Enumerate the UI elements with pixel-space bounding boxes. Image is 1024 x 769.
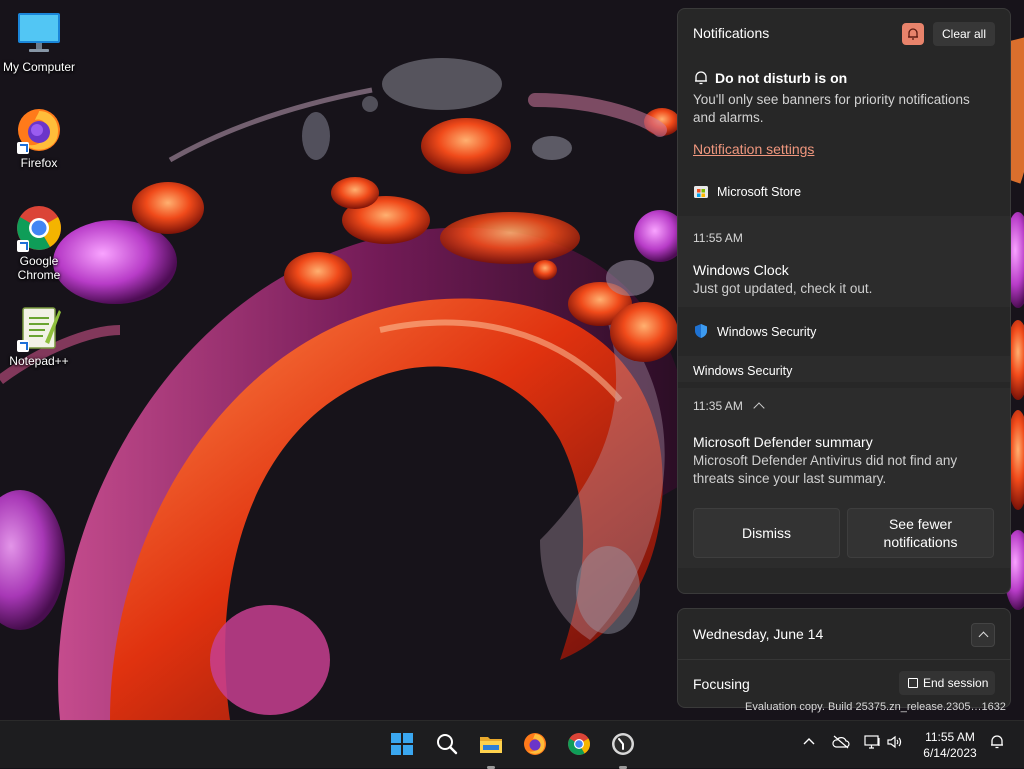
calendar-date: Wednesday, June 14 [693,626,824,642]
notification-time-row: 11:35 AM [693,399,765,414]
notification-bell-icon[interactable] [989,734,1005,750]
desktop-icon-label: Notepad++ [9,354,69,368]
clock-app-icon [612,733,634,755]
end-session-label: End session [923,676,989,690]
notification-time: 11:35 AM [693,399,743,413]
desktop-icon-google-chrome[interactable]: Google Chrome [0,204,78,282]
notification-center: Notifications Clear all Do not disturb i… [677,8,1011,594]
search-icon [437,734,458,755]
clock-time: 11:55 AM [925,730,975,744]
notification-title: Windows Clock [693,262,789,278]
show-hidden-icons-chevron-icon[interactable] [802,735,816,749]
taskbar-clock[interactable]: 11:55 AM 6/14/2023 [914,729,986,761]
microsoft-store-icon [694,186,708,198]
chrome-icon [15,204,63,252]
dnd-title: Do not disturb is on [715,70,848,86]
taskbar-clock-app[interactable] [606,727,640,769]
bell-snooze-icon [695,71,707,85]
start-button[interactable] [385,727,419,761]
app-name: Microsoft Store [717,185,802,199]
dismiss-button[interactable]: Dismiss [693,508,840,558]
firefox-icon [15,106,63,154]
clock-date: 6/14/2023 [923,746,977,760]
notification-settings-link[interactable]: Notification settings [693,141,814,157]
stop-icon [908,678,918,688]
taskbar-firefox[interactable] [518,727,552,761]
firefox-icon [524,733,546,755]
end-session-button[interactable]: End session [899,671,995,695]
notification-group-header[interactable]: Windows Security [678,356,1010,382]
see-fewer-notifications-button[interactable]: See fewer notifications [847,508,994,558]
shortcut-arrow-icon [17,142,29,154]
monitor-icon [15,10,63,58]
chevron-up-icon[interactable] [753,402,765,414]
focus-assist-button[interactable] [902,23,924,45]
shortcut-arrow-icon [17,240,29,252]
volume-icon[interactable] [887,735,903,749]
notification-time: 11:55 AM [693,231,743,245]
start-icon [391,733,413,755]
notification-body: Microsoft Defender Antivirus did not fin… [693,453,958,486]
search-button[interactable] [430,727,464,761]
notification-title: Microsoft Defender summary [693,434,873,450]
file-explorer-icon [480,737,502,753]
calendar-expand-button[interactable] [971,623,995,647]
shield-icon [695,324,707,338]
desktop-icon-my-computer[interactable]: My Computer [0,10,78,74]
desktop-icon-label: Google Chrome [17,254,61,282]
onedrive-offline-icon[interactable] [832,735,850,749]
focus-status: Focusing [693,676,750,692]
taskbar-file-explorer[interactable] [474,727,508,769]
group-header-label: Windows Security [693,364,793,378]
taskbar: 11:55 AM 6/14/2023 [0,720,1024,769]
notification-card-windows-clock[interactable]: 11:55 AM Windows Clock Just got updated,… [678,216,1010,307]
do-not-disturb-banner: Do not disturb is on You'll only see ban… [693,69,993,127]
clear-all-button[interactable]: Clear all [933,22,995,46]
network-icon[interactable] [864,735,882,749]
desktop-icon-firefox[interactable]: Firefox [0,106,78,170]
taskbar-chrome[interactable] [562,727,596,761]
app-name: Windows Security [717,325,817,339]
evaluation-watermark: Evaluation copy. Build 25375.zn_release.… [745,701,1006,713]
desktop-icon-label: Firefox [20,156,58,170]
desktop-icon-notepadpp[interactable]: Notepad++ [0,304,78,368]
chrome-icon [568,733,590,755]
shortcut-arrow-icon [17,340,29,352]
bell-snooze-icon [908,28,918,40]
notification-body: Just got updated, check it out. [693,281,873,296]
notifications-title: Notifications [693,25,770,41]
calendar-panel: Wednesday, June 14 Focusing End session [677,608,1011,708]
notepadpp-icon [15,304,63,352]
dnd-description: You'll only see banners for priority not… [693,92,970,125]
desktop-icon-label: My Computer [2,60,76,74]
divider [678,659,1010,660]
